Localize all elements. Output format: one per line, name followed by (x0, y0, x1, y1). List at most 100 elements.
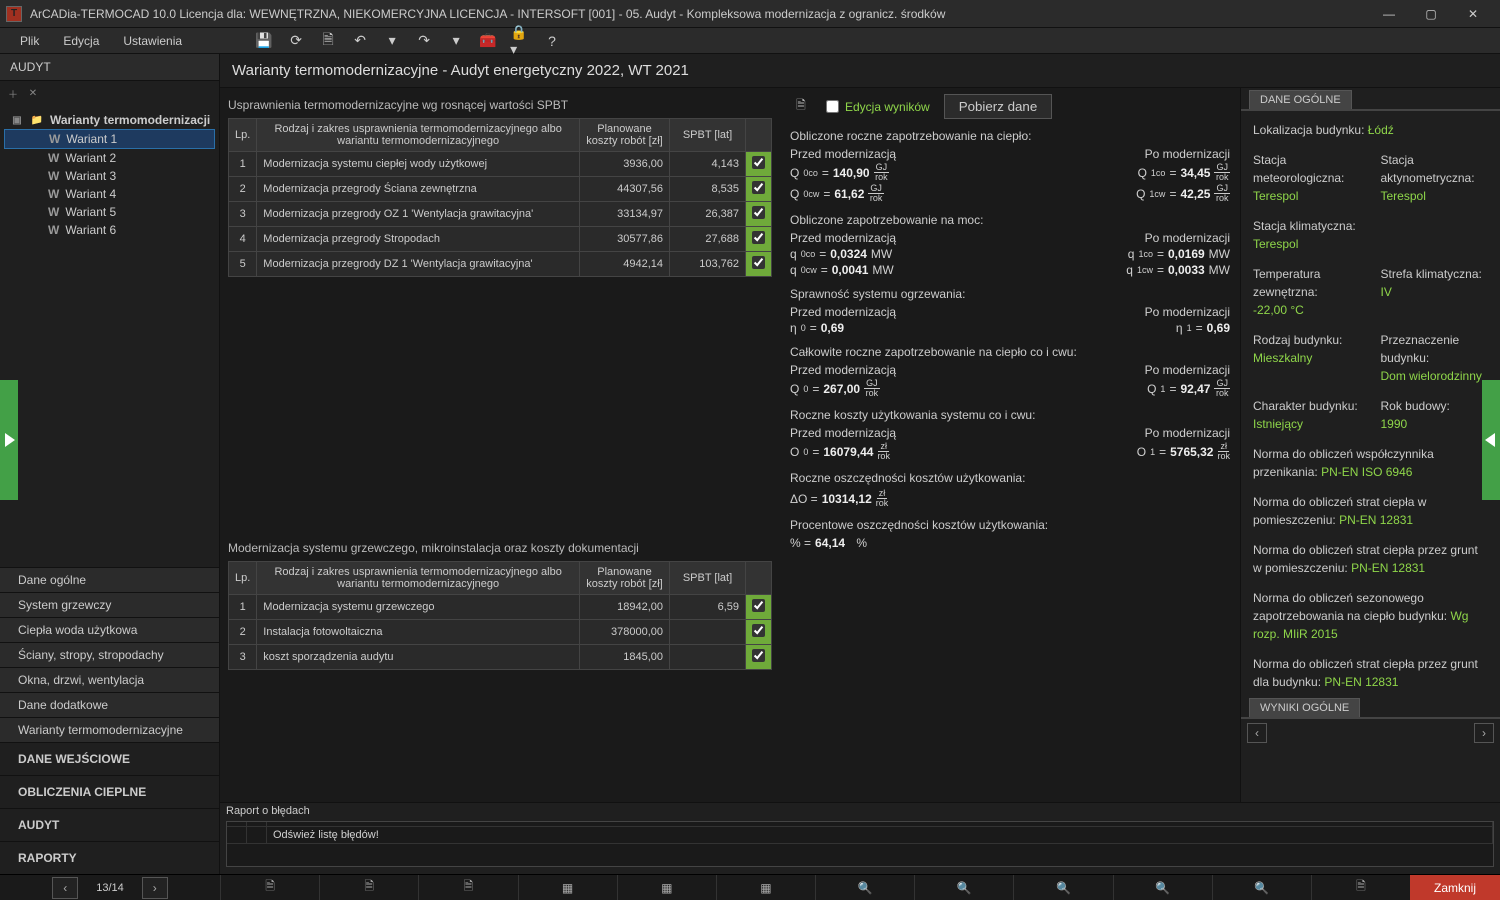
tree-root-label: Warianty termomodernizacji (50, 113, 210, 127)
lock-icon[interactable]: 🔒▾ (510, 31, 530, 51)
status-icon-10[interactable]: 🔍 (1212, 875, 1311, 900)
error-panel: Raport o błędach Odśwież listę błędów! (220, 802, 1500, 874)
sync-icon[interactable]: ⟳ (286, 31, 306, 51)
col-header: Rodzaj i zakres usprawnienia termomodern… (257, 562, 580, 595)
maximize-button[interactable]: ▢ (1410, 0, 1452, 28)
doc-settings-icon[interactable]: 🗎 (790, 96, 812, 118)
statusbar: ‹ 13/14 › 🗎🗎🗎▦▦▦🔍🔍🔍🔍🔍🗎 Zamknij (0, 874, 1500, 900)
nav-item-5[interactable]: Dane dodatkowe (0, 692, 219, 717)
nav-section-audit[interactable]: AUDYT (0, 808, 219, 841)
table-row[interactable]: 1Modernizacja systemu ciepłej wody użytk… (229, 152, 772, 177)
tree-item-variant-6[interactable]: WWariant 6 (4, 221, 215, 239)
row-checkbox[interactable] (752, 156, 765, 169)
pager-next[interactable]: › (1474, 723, 1494, 743)
tree-root[interactable]: ▣ 📁 Warianty termomodernizacji (4, 111, 215, 129)
tools-icon[interactable]: 🧰 (478, 31, 498, 51)
col-header: Rodzaj i zakres usprawnienia termomodern… (257, 119, 580, 152)
help-icon[interactable]: ? (542, 31, 562, 51)
minimize-button[interactable]: — (1368, 0, 1410, 28)
nav-section-input[interactable]: DANE WEJŚCIOWE (0, 742, 219, 775)
col-header: Lp. (229, 562, 257, 595)
nav-item-6[interactable]: Warianty termomodernizacyjne (0, 717, 219, 742)
tab-general-data[interactable]: DANE OGÓLNE (1249, 90, 1352, 109)
menu-settings[interactable]: Ustawienia (111, 30, 194, 52)
pager-prev[interactable]: ‹ (1247, 723, 1267, 743)
collapse-icon[interactable]: ▣ (10, 113, 24, 127)
error-title: Raport o błędach (220, 803, 1500, 819)
nav-item-0[interactable]: Dane ogólne (0, 567, 219, 592)
col-header (746, 119, 772, 152)
status-icon-0[interactable]: 🗎 (220, 875, 319, 900)
close-window-button[interactable]: ✕ (1452, 0, 1494, 28)
undo-icon[interactable]: ↶ (350, 31, 370, 51)
redo-dropdown-icon[interactable]: ▾ (446, 31, 466, 51)
table-row[interactable]: 2Instalacja fotowoltaiczna378000,00 (229, 620, 772, 645)
undo-dropdown-icon[interactable]: ▾ (382, 31, 402, 51)
tree-item-variant-3[interactable]: WWariant 3 (4, 167, 215, 185)
page-title: Warianty termomodernizacyjne - Audyt ene… (220, 54, 1500, 88)
next-page-button[interactable]: › (142, 877, 168, 899)
right-drawer-toggle[interactable] (1482, 380, 1500, 500)
table-row[interactable]: 3Modernizacja przegrody OZ 1 'Wentylacja… (229, 202, 772, 227)
tree-item-variant-4[interactable]: WWariant 4 (4, 185, 215, 203)
remove-icon[interactable]: ✕ (26, 86, 40, 100)
row-checkbox[interactable] (752, 206, 765, 219)
menu-edit[interactable]: Edycja (51, 30, 111, 52)
row-checkbox[interactable] (752, 181, 765, 194)
row-checkbox[interactable] (752, 256, 765, 269)
menubar: Plik Edycja Ustawienia 💾 ⟳ 🗎 ↶ ▾ ↷ ▾ 🧰 🔒… (0, 28, 1500, 54)
close-button[interactable]: Zamknij (1410, 875, 1500, 900)
nav-item-3[interactable]: Ściany, stropy, stropodachy (0, 642, 219, 667)
status-icon-9[interactable]: 🔍 (1113, 875, 1212, 900)
tree-view[interactable]: ▣ 📁 Warianty termomodernizacji WWariant … (0, 105, 219, 567)
table-row[interactable]: 5Modernizacja przegrody DZ 1 'Wentylacja… (229, 252, 772, 277)
table-row[interactable]: 4Modernizacja przegrody Stropodach30577,… (229, 227, 772, 252)
tree-item-variant-5[interactable]: WWariant 5 (4, 203, 215, 221)
nav-item-1[interactable]: System grzewczy (0, 592, 219, 617)
col-header: Lp. (229, 119, 257, 152)
doc-icon[interactable]: 🗎 (318, 31, 338, 51)
nav-item-2[interactable]: Ciepła woda użytkowa (0, 617, 219, 642)
save-icon[interactable]: 💾 (254, 31, 274, 51)
nav-list: Dane ogólneSystem grzewczyCiepła woda uż… (0, 567, 219, 874)
variant-icon: W (48, 223, 59, 237)
tree-item-variant-1[interactable]: WWariant 1 (4, 129, 215, 149)
add-icon[interactable]: ＋ (6, 86, 20, 100)
table-row[interactable]: 3koszt sporządzenia audytu1845,00 (229, 645, 772, 670)
table-row[interactable]: 1Modernizacja systemu grzewczego18942,00… (229, 595, 772, 620)
status-icon-4[interactable]: ▦ (617, 875, 716, 900)
tab-results[interactable]: WYNIKI OGÓLNE (1249, 698, 1360, 717)
nav-section-calc[interactable]: OBLICZENIA CIEPLNE (0, 775, 219, 808)
col-header: SPBT [lat] (670, 119, 746, 152)
status-icon-6[interactable]: 🔍 (815, 875, 914, 900)
sidebar: AUDYT ＋ ✕ ▣ 📁 Warianty termomodernizacji… (0, 54, 220, 874)
table1[interactable]: Lp.Rodzaj i zakres usprawnienia termomod… (228, 118, 772, 277)
status-icon-1[interactable]: 🗎 (319, 875, 418, 900)
folder-icon: 📁 (30, 113, 44, 127)
row-checkbox[interactable] (752, 624, 765, 637)
row-checkbox[interactable] (752, 599, 765, 612)
tree-item-variant-2[interactable]: WWariant 2 (4, 149, 215, 167)
status-icon-3[interactable]: ▦ (518, 875, 617, 900)
row-checkbox[interactable] (752, 231, 765, 244)
table-row[interactable]: 2Modernizacja przegrody Ściana zewnętrzn… (229, 177, 772, 202)
col-header: Planowane koszty robót [zł] (580, 119, 670, 152)
menu-file[interactable]: Plik (8, 30, 51, 52)
redo-icon[interactable]: ↷ (414, 31, 434, 51)
status-icon-2[interactable]: 🗎 (418, 875, 517, 900)
variant-icon: W (48, 187, 59, 201)
left-drawer-toggle[interactable] (0, 380, 18, 500)
edit-results-checkbox[interactable]: Edycja wyników (826, 100, 930, 114)
status-icon-11[interactable]: 🗎 (1311, 875, 1410, 900)
status-icon-5[interactable]: ▦ (716, 875, 815, 900)
error-refresh[interactable]: Odśwież listę błędów! (267, 827, 1493, 843)
nav-item-4[interactable]: Okna, drzwi, wentylacja (0, 667, 219, 692)
prev-page-button[interactable]: ‹ (52, 877, 78, 899)
window-title: ArCADia-TERMOCAD 10.0 Licencja dla: WEWN… (30, 7, 1368, 21)
download-data-button[interactable]: Pobierz dane (944, 94, 1053, 119)
status-icon-8[interactable]: 🔍 (1013, 875, 1112, 900)
row-checkbox[interactable] (752, 649, 765, 662)
status-icon-7[interactable]: 🔍 (914, 875, 1013, 900)
nav-section-reports[interactable]: RAPORTY (0, 841, 219, 874)
table2[interactable]: Lp.Rodzaj i zakres usprawnienia termomod… (228, 561, 772, 670)
